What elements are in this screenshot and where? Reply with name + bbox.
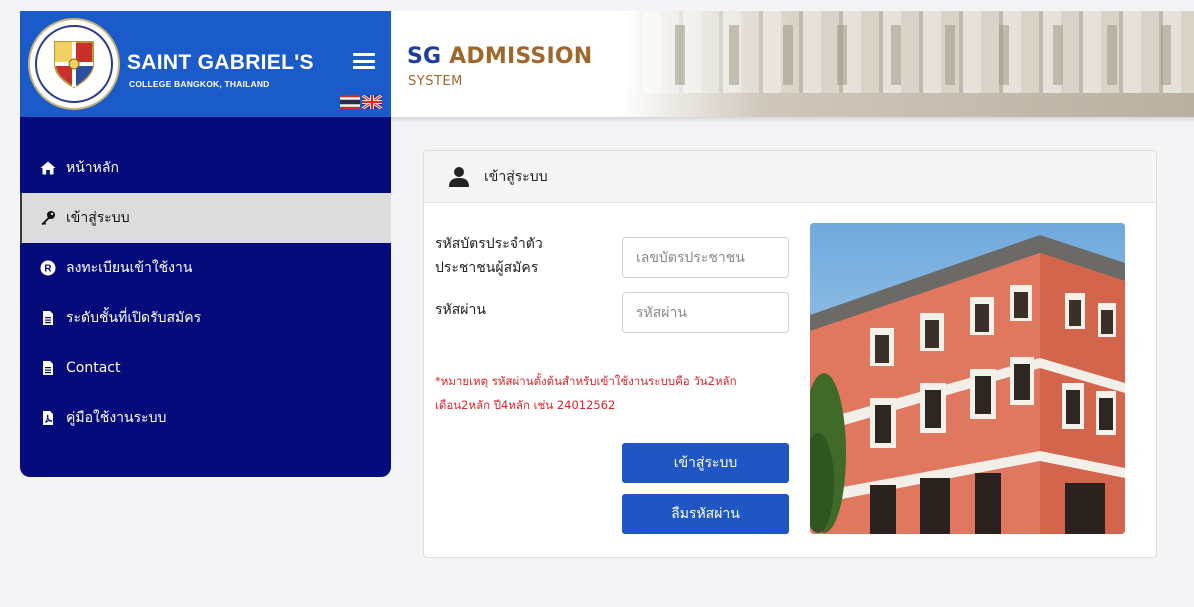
- brand-title: SAINT GABRIEL'S: [127, 51, 314, 74]
- language-switcher: [340, 95, 382, 109]
- login-button[interactable]: เข้าสู่ระบบ: [622, 443, 789, 483]
- id-card-input[interactable]: [622, 237, 789, 278]
- header-photo-detail: [651, 25, 1181, 85]
- app-name-admission: ADMISSION: [449, 44, 593, 69]
- header-shadow: [391, 117, 1194, 123]
- sidebar: SAINT GABRIEL'S COLLEGE BANGKOK, THAILAN…: [20, 11, 391, 477]
- building-illustration: [810, 223, 1125, 534]
- app-name-sg: SG: [407, 44, 442, 69]
- sidebar-item-login[interactable]: เข้าสู่ระบบ: [20, 193, 391, 243]
- sidebar-item-label: Contact: [66, 360, 121, 376]
- app-name: SG ADMISSION: [407, 44, 592, 69]
- sidebar-item-label: คู่มือใช้งานระบบ: [66, 410, 167, 426]
- home-icon: [40, 160, 56, 176]
- file-icon: [40, 310, 56, 326]
- sidebar-item-label: เข้าสู่ระบบ: [66, 210, 130, 226]
- sidebar-item-label: ลงทะเบียนเข้าใช้งาน: [66, 260, 193, 276]
- pdf-icon: [40, 410, 56, 426]
- sidebar-item-label: หน้าหลัก: [66, 160, 119, 176]
- sidebar-item-register[interactable]: R ลงทะเบียนเข้าใช้งาน: [20, 243, 391, 293]
- key-icon: [40, 210, 56, 226]
- sidebar-item-manual[interactable]: คู่มือใช้งานระบบ: [20, 393, 391, 443]
- id-card-label-line2: ประชาชนผู้สมัคร: [435, 260, 539, 276]
- svg-text:R: R: [44, 264, 52, 275]
- shield-icon: [54, 41, 94, 89]
- app-name-system: SYSTEM: [408, 74, 463, 89]
- sidebar-item-home[interactable]: หน้าหลัก: [20, 143, 391, 193]
- password-note: *หมายเหตุ รหัสผ่านตั้งต้นสำหรับเข้าใช้งา…: [435, 369, 795, 417]
- id-card-label: รหัสบัตรประจำตัว ประชาชนผู้สมัคร: [435, 232, 543, 280]
- uk-flag-icon[interactable]: [362, 95, 382, 109]
- header-photo-base: [621, 93, 1194, 117]
- brand-header: SAINT GABRIEL'S COLLEGE BANGKOK, THAILAN…: [20, 11, 391, 117]
- crest-ring: [35, 25, 113, 103]
- id-card-label-line1: รหัสบัตรประจำตัว: [435, 236, 543, 252]
- login-title: เข้าสู่ระบบ: [484, 168, 548, 185]
- password-input[interactable]: [622, 292, 789, 333]
- login-card-header: เข้าสู่ระบบ: [424, 151, 1156, 203]
- top-header: SG ADMISSION SYSTEM: [391, 11, 1194, 117]
- file-icon: [40, 360, 56, 376]
- hamburger-menu-icon[interactable]: [353, 53, 375, 69]
- sidebar-item-label: ระดับชั้นที่เปิดรับสมัคร: [66, 310, 202, 326]
- password-label: รหัสผ่าน: [435, 302, 486, 318]
- registered-icon: R: [40, 260, 56, 276]
- password-note-line2: เดือน2หลัก ปี4หลัก เช่น 24012562: [435, 398, 616, 412]
- school-building-photo: [810, 223, 1125, 534]
- login-card: เข้าสู่ระบบ รหัสบัตรประจำตัว ประชาชนผู้ส…: [423, 150, 1157, 558]
- password-note-line1: *หมายเหตุ รหัสผ่านตั้งต้นสำหรับเข้าใช้งา…: [435, 374, 737, 388]
- sidebar-item-contact[interactable]: Contact: [20, 343, 391, 393]
- sidebar-menu: หน้าหลัก เข้าสู่ระบบ R ลงทะเบียนเข้าใช้ง…: [20, 117, 391, 443]
- sidebar-item-grade-levels[interactable]: ระดับชั้นที่เปิดรับสมัคร: [20, 293, 391, 343]
- thai-flag-icon[interactable]: [340, 95, 360, 109]
- college-crest-logo[interactable]: [28, 18, 120, 110]
- forgot-password-button[interactable]: ลืมรหัสผ่าน: [622, 494, 789, 534]
- user-icon: [449, 166, 469, 187]
- brand-subtitle: COLLEGE BANGKOK, THAILAND: [129, 79, 270, 89]
